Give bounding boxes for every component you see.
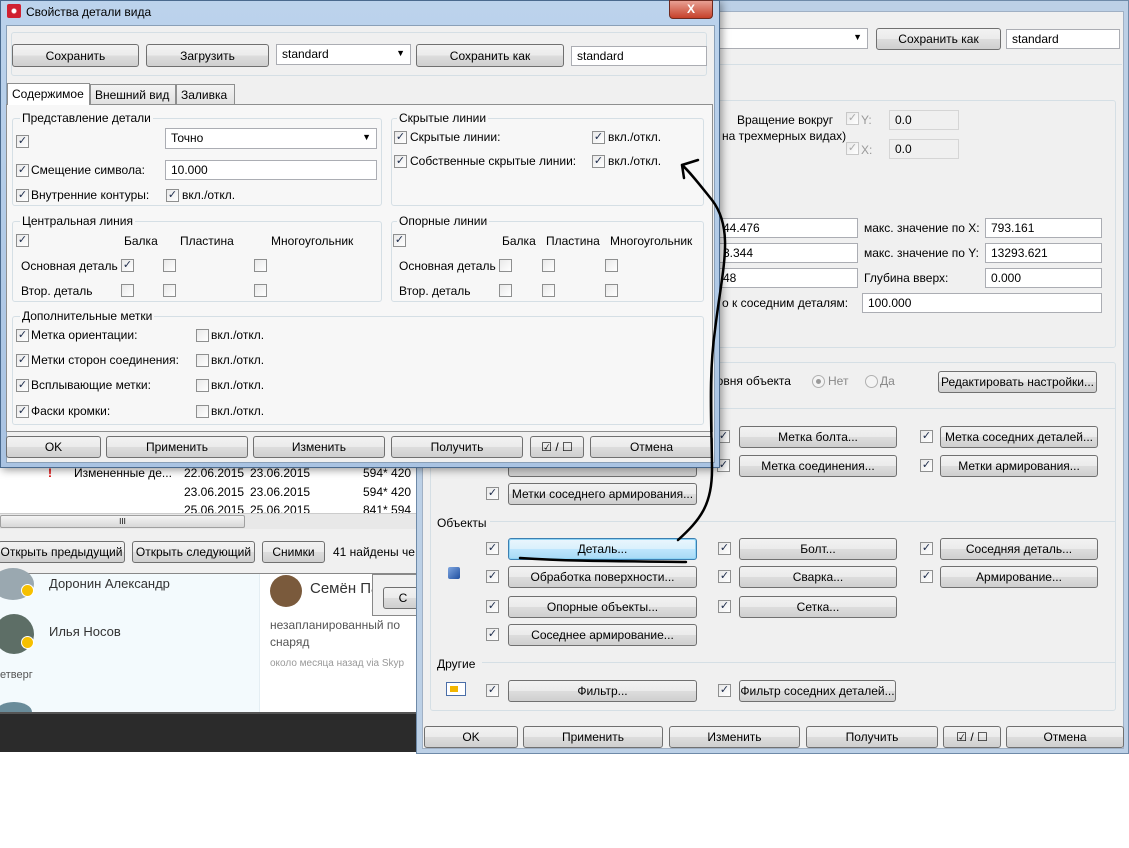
- tab-content[interactable]: Содержимое: [7, 83, 90, 105]
- annotation-arrow: [518, 158, 727, 564]
